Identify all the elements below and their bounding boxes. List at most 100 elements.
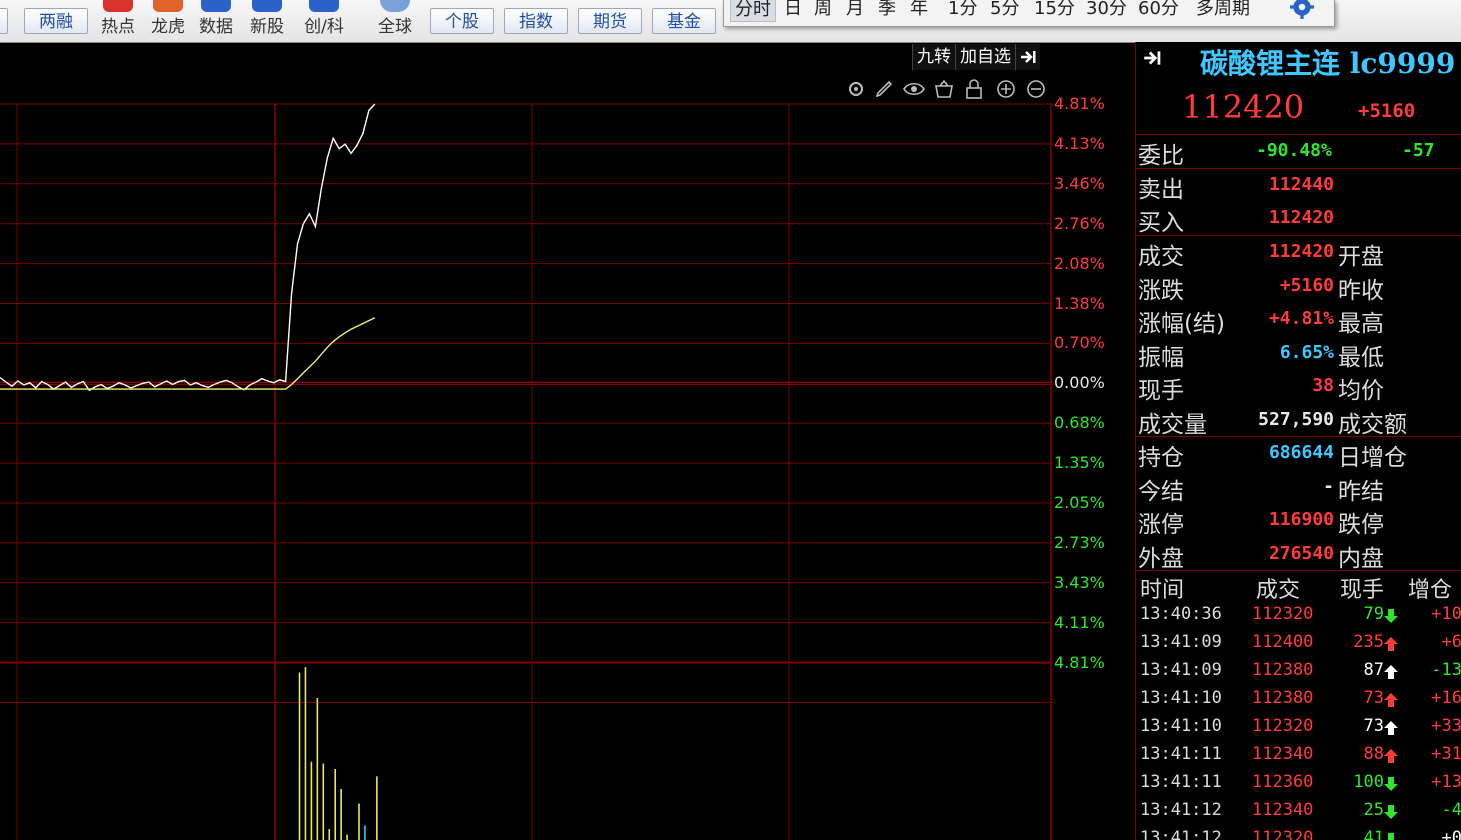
- tick-time: 13:40:36: [1140, 604, 1222, 624]
- period-15min[interactable]: 15分: [1034, 0, 1075, 20]
- toolbar-hot-button[interactable]: 热点: [96, 0, 140, 42]
- toolbar-dragon-tiger-button[interactable]: 龙虎: [146, 0, 190, 42]
- arrow-down-icon: [1384, 805, 1398, 819]
- period-quarter[interactable]: 季: [878, 0, 896, 20]
- lock-icon[interactable]: [963, 78, 985, 100]
- divider: [1136, 168, 1461, 169]
- tick-price: 112340: [1252, 800, 1314, 820]
- pct-axis-label: 2.73%: [1054, 532, 1105, 552]
- settings-icon[interactable]: [845, 78, 867, 100]
- tick-price: 112320: [1252, 604, 1314, 624]
- toolbar-edge-button[interactable]: [0, 8, 8, 34]
- toolbar-global-button[interactable]: 全球: [372, 0, 418, 42]
- pen-icon[interactable]: [873, 78, 895, 100]
- tick-qty: 73: [1363, 716, 1384, 736]
- arrow-up-icon: [1384, 637, 1398, 651]
- pct-axis-label: 2.76%: [1054, 213, 1105, 233]
- toolbar-data-button[interactable]: 数据: [194, 0, 238, 42]
- stock-button[interactable]: 个股: [430, 8, 494, 34]
- trade-stat-value: +5160: [1279, 274, 1334, 296]
- period-month[interactable]: 月: [846, 0, 864, 20]
- tick-row: 13:41:12 112340 25 -4: [1136, 798, 1461, 826]
- position-stat-label: 持仓: [1138, 445, 1184, 471]
- pct-axis-label: 4.11%: [1054, 612, 1105, 632]
- bid-ask-label: 卖出: [1138, 177, 1184, 203]
- pct-axis-label: 2.08%: [1054, 253, 1105, 273]
- position-stat-value: -: [1323, 475, 1334, 497]
- trade-stat-label-secondary: 最低: [1338, 344, 1384, 371]
- trade-stat-label-secondary: 均价: [1338, 378, 1384, 404]
- tick-add: +13: [1431, 772, 1461, 792]
- nine-turn-button[interactable]: 九转: [912, 44, 955, 70]
- bid-ask-label: 买入: [1138, 210, 1184, 236]
- tick-add: +10: [1431, 604, 1461, 624]
- position-stat-label: 外盘: [1138, 545, 1184, 572]
- quote-panel: 碳酸锂主连 lc9999 112420 +5160 委比 -90.48% -57…: [1135, 42, 1461, 840]
- tick-price: 112340: [1252, 744, 1314, 764]
- pct-axis-label: 0.00%: [1054, 373, 1105, 393]
- margin-trading-button[interactable]: 两融: [24, 8, 88, 34]
- tick-time: 13:41:12: [1140, 828, 1222, 840]
- trade-stat-label-secondary: 成交额: [1338, 411, 1407, 438]
- divider: [1136, 235, 1461, 236]
- period-multi[interactable]: 多周期: [1196, 0, 1250, 20]
- fund-button[interactable]: 基金: [652, 8, 716, 34]
- trade-stat-value: +4.81%: [1268, 308, 1334, 329]
- period-5min[interactable]: 5分: [990, 0, 1019, 20]
- period-week[interactable]: 周: [814, 0, 832, 20]
- tick-qty: 25: [1363, 800, 1384, 820]
- add-watchlist-button[interactable]: 加自选: [955, 44, 1015, 70]
- gear-icon[interactable]: [1289, 0, 1315, 20]
- futures-button[interactable]: 期货: [578, 8, 642, 34]
- trade-stat-label: 涨幅(结): [1138, 311, 1225, 337]
- toolbar-ipo-button[interactable]: 新股: [244, 0, 290, 42]
- pct-axis-label: 1.35%: [1054, 453, 1105, 473]
- period-intraday[interactable]: 分时: [730, 0, 776, 22]
- trade-stat-label-secondary: 最高: [1338, 311, 1384, 337]
- collapse-right-icon: [1021, 51, 1036, 63]
- eye-icon[interactable]: [903, 78, 925, 100]
- tick-qty: 235: [1353, 632, 1384, 652]
- data-icon: [201, 0, 231, 12]
- tick-add: +33: [1431, 716, 1461, 736]
- tick-row: 13:41:09 112400 235 +6: [1136, 630, 1461, 658]
- divider: [1136, 570, 1461, 571]
- arrow-down-icon: [1384, 833, 1398, 840]
- position-stat-label: 今结: [1138, 478, 1184, 505]
- period-30min[interactable]: 30分: [1086, 0, 1127, 20]
- tick-row: 13:40:36 112320 79 +10: [1136, 602, 1461, 630]
- intraday-chart[interactable]: 4.81% 4.13% 3.46% 2.76% 2.08% 1.38% 0.70% 0.00%…: [0, 42, 1135, 840]
- period-1min[interactable]: 1分: [948, 0, 977, 20]
- position-stat-value: 276540: [1268, 542, 1334, 564]
- pct-axis-label: 0.68%: [1054, 413, 1105, 433]
- pct-axis-label: 2.05%: [1054, 493, 1105, 512]
- tick-row: 13:41:11 112360 100 +13: [1136, 770, 1461, 798]
- trade-stat-label-secondary: 昨收: [1338, 277, 1384, 304]
- tick-row: 13:41:10 112320 73 +33: [1136, 714, 1461, 742]
- tick-time: 13:41:11: [1140, 744, 1222, 764]
- tick-row: 13:41:10 112380 73 +16: [1136, 686, 1461, 714]
- expand-panel-button[interactable]: [1015, 44, 1040, 70]
- tick-time: 13:41:10: [1140, 716, 1222, 736]
- zoom-out-icon[interactable]: [1025, 78, 1047, 100]
- basket-icon[interactable]: [933, 78, 955, 100]
- zoom-in-icon[interactable]: [995, 78, 1017, 100]
- tick-price: 112400: [1252, 632, 1314, 652]
- dragon-tiger-icon: [153, 0, 183, 12]
- index-button[interactable]: 指数: [504, 8, 568, 34]
- tick-price: 112380: [1252, 660, 1314, 680]
- tick-time: 13:41:12: [1140, 800, 1222, 820]
- arrow-up-icon: [1384, 665, 1398, 679]
- chart-canvas[interactable]: [0, 42, 1135, 840]
- collapse-panel-icon[interactable]: [1142, 48, 1162, 68]
- arrow-up-icon: [1384, 721, 1398, 735]
- pct-axis-label: 1.38%: [1054, 293, 1105, 313]
- period-60min[interactable]: 60分: [1138, 0, 1179, 20]
- tick-list[interactable]: 13:40:36 112320 79 +10 13:41:09 112400 235 +6 13…: [1136, 602, 1461, 840]
- chart-header-buttons: 九转 加自选: [912, 44, 1040, 70]
- period-year[interactable]: 年: [910, 0, 928, 20]
- tick-qty: 41: [1363, 828, 1384, 840]
- tick-add: +6: [1441, 632, 1461, 652]
- toolbar-star-board-button[interactable]: 创/科: [298, 0, 350, 42]
- period-day[interactable]: 日: [784, 0, 802, 20]
